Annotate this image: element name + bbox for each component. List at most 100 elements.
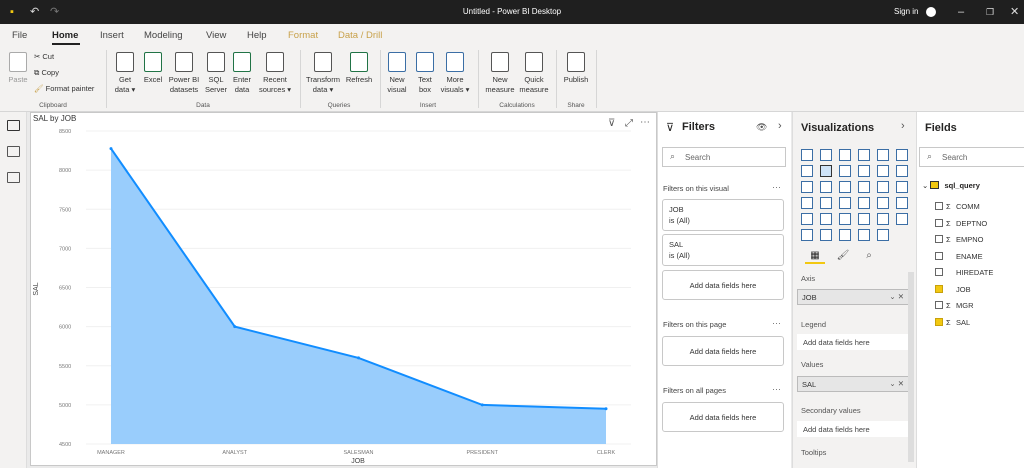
visual-type-icon[interactable] [820, 229, 832, 241]
field-item[interactable]: ENAME [935, 251, 983, 262]
cut-button[interactable]: ✂ Cut [34, 52, 54, 62]
quick-measure-button[interactable]: Quick measure [518, 52, 550, 95]
visual-type-icon[interactable] [858, 213, 870, 225]
new-measure-button[interactable]: New measure [482, 52, 518, 95]
tab-view[interactable]: View [206, 30, 226, 41]
visual-type-icon[interactable] [801, 197, 813, 209]
tab-modeling[interactable]: Modeling [144, 30, 183, 41]
account-icon[interactable] [926, 7, 936, 17]
table-node[interactable]: ⌄ sql_query [922, 180, 980, 191]
data-point[interactable] [480, 403, 484, 407]
add-fields-visual-dropzone[interactable]: Add data fields here [662, 270, 784, 300]
paste-button[interactable]: Paste [6, 52, 30, 85]
close-icon[interactable]: ✕ [1010, 6, 1019, 18]
field-item[interactable]: Σ MGR [935, 300, 974, 311]
visual-type-icon[interactable] [820, 165, 832, 177]
visual-type-icon[interactable] [896, 181, 908, 193]
visual-type-icon[interactable] [896, 213, 908, 225]
fields-tab-icon[interactable]: ▦ [805, 250, 825, 264]
visual-type-icon[interactable] [801, 165, 813, 177]
format-painter-button[interactable]: 🖌 Format painter [34, 84, 94, 94]
tab-insert[interactable]: Insert [100, 30, 124, 41]
more-visuals-button[interactable]: More visuals ▾ [438, 52, 472, 95]
field-item[interactable]: HIREDATE [935, 267, 993, 278]
tab-data-drill[interactable]: Data / Drill [338, 30, 382, 41]
focus-mode-icon[interactable]: ⤢ [625, 118, 633, 129]
visual-type-icon[interactable] [839, 149, 851, 161]
visual-type-icon[interactable] [820, 197, 832, 209]
report-canvas[interactable]: SAL by JOB 4500 5000 5500 6000 6500 7000 7500 8… [30, 112, 657, 466]
text-box-button[interactable]: Text box [412, 52, 438, 95]
data-view-icon[interactable] [7, 146, 20, 157]
data-point[interactable] [357, 356, 360, 360]
field-checkbox[interactable] [935, 251, 943, 260]
chevron-right-icon[interactable]: › [778, 120, 782, 132]
visual-type-icon[interactable] [839, 181, 851, 193]
visual-type-icon[interactable] [820, 149, 832, 161]
visual-type-icon[interactable] [896, 149, 908, 161]
sql-server-button[interactable]: SQL Server [204, 52, 228, 95]
more-options-icon[interactable]: ⋯ [640, 117, 650, 128]
refresh-button[interactable]: Refresh [344, 52, 374, 85]
visual-type-icon[interactable] [801, 181, 813, 193]
values-field-chip[interactable]: SAL ⌄ ✕ [797, 376, 909, 392]
tab-format[interactable]: Format [288, 30, 318, 41]
analytics-tab-icon[interactable]: ⌕ [861, 250, 877, 264]
tab-home[interactable]: Home [52, 30, 78, 41]
visual-type-icon[interactable] [839, 213, 851, 225]
field-item[interactable]: Σ EMPNO [935, 234, 984, 245]
visual-type-icon[interactable] [896, 197, 908, 209]
power-bi-datasets-button[interactable]: Power BI datasets [166, 52, 202, 95]
chip-close-icon[interactable]: ⌄ ✕ [889, 379, 904, 388]
add-fields-page-dropzone[interactable]: Add data fields here [662, 336, 784, 366]
field-item[interactable]: JOB [935, 284, 971, 295]
filter-card-sal[interactable]: SAL is (All) [662, 234, 784, 266]
visual-type-icon[interactable] [858, 229, 870, 241]
publish-button[interactable]: Publish [560, 52, 592, 85]
maximize-icon[interactable]: ❐ [986, 6, 994, 18]
transform-data-button[interactable]: Transform data ▾ [304, 52, 342, 95]
field-checkbox[interactable] [935, 235, 943, 243]
filter-card-job[interactable]: JOB is (All) [662, 199, 784, 231]
more-options-icon[interactable]: ⋯ [772, 384, 781, 395]
visual-type-icon[interactable] [839, 229, 851, 241]
copy-button[interactable]: ⧉ Copy [34, 68, 59, 78]
scrollbar[interactable] [908, 272, 914, 462]
report-view-icon[interactable] [7, 120, 20, 131]
get-data-button[interactable]: Get data ▾ [112, 52, 138, 95]
field-checkbox[interactable] [935, 301, 943, 309]
data-point[interactable] [233, 325, 237, 329]
chip-close-icon[interactable]: ⌄ ✕ [889, 292, 904, 301]
data-point[interactable] [604, 407, 608, 411]
visual-type-icon[interactable] [877, 229, 889, 241]
field-item[interactable]: Σ COMM [935, 201, 980, 212]
data-point[interactable] [109, 147, 113, 151]
visual-type-icon[interactable] [877, 181, 889, 193]
visual-type-icon[interactable] [858, 165, 870, 177]
visual-type-icon[interactable] [858, 181, 870, 193]
area-fill[interactable] [111, 148, 606, 444]
visual-type-icon[interactable] [877, 149, 889, 161]
new-visual-button[interactable]: New visual [384, 52, 410, 95]
field-checkbox[interactable] [935, 218, 943, 227]
legend-dropzone[interactable]: Add data fields here [797, 334, 909, 350]
visual-type-icon[interactable] [858, 197, 870, 209]
visual-type-icon[interactable] [801, 213, 813, 225]
eye-icon[interactable]: 👁 [756, 122, 767, 133]
model-view-icon[interactable] [7, 172, 20, 183]
more-options-icon[interactable]: ⋯ [772, 182, 781, 193]
visual-type-icon[interactable] [820, 213, 832, 225]
tab-file[interactable]: File [12, 30, 27, 41]
field-checkbox[interactable] [935, 317, 943, 326]
chevron-right-icon[interactable]: › [901, 120, 905, 132]
visual-type-icon[interactable] [820, 181, 832, 193]
field-checkbox[interactable] [935, 268, 943, 276]
more-options-icon[interactable]: ⋯ [772, 318, 781, 329]
area-chart[interactable]: SAL by JOB 4500 5000 5500 6000 6500 7000 7500 8… [31, 113, 656, 465]
minimize-icon[interactable]: – [958, 6, 964, 18]
sign-in-link[interactable]: Sign in [894, 7, 918, 16]
tab-help[interactable]: Help [247, 30, 267, 41]
add-fields-all-pages-dropzone[interactable]: Add data fields here [662, 402, 784, 432]
field-checkbox[interactable] [935, 284, 943, 293]
excel-button[interactable]: Excel [142, 52, 164, 85]
